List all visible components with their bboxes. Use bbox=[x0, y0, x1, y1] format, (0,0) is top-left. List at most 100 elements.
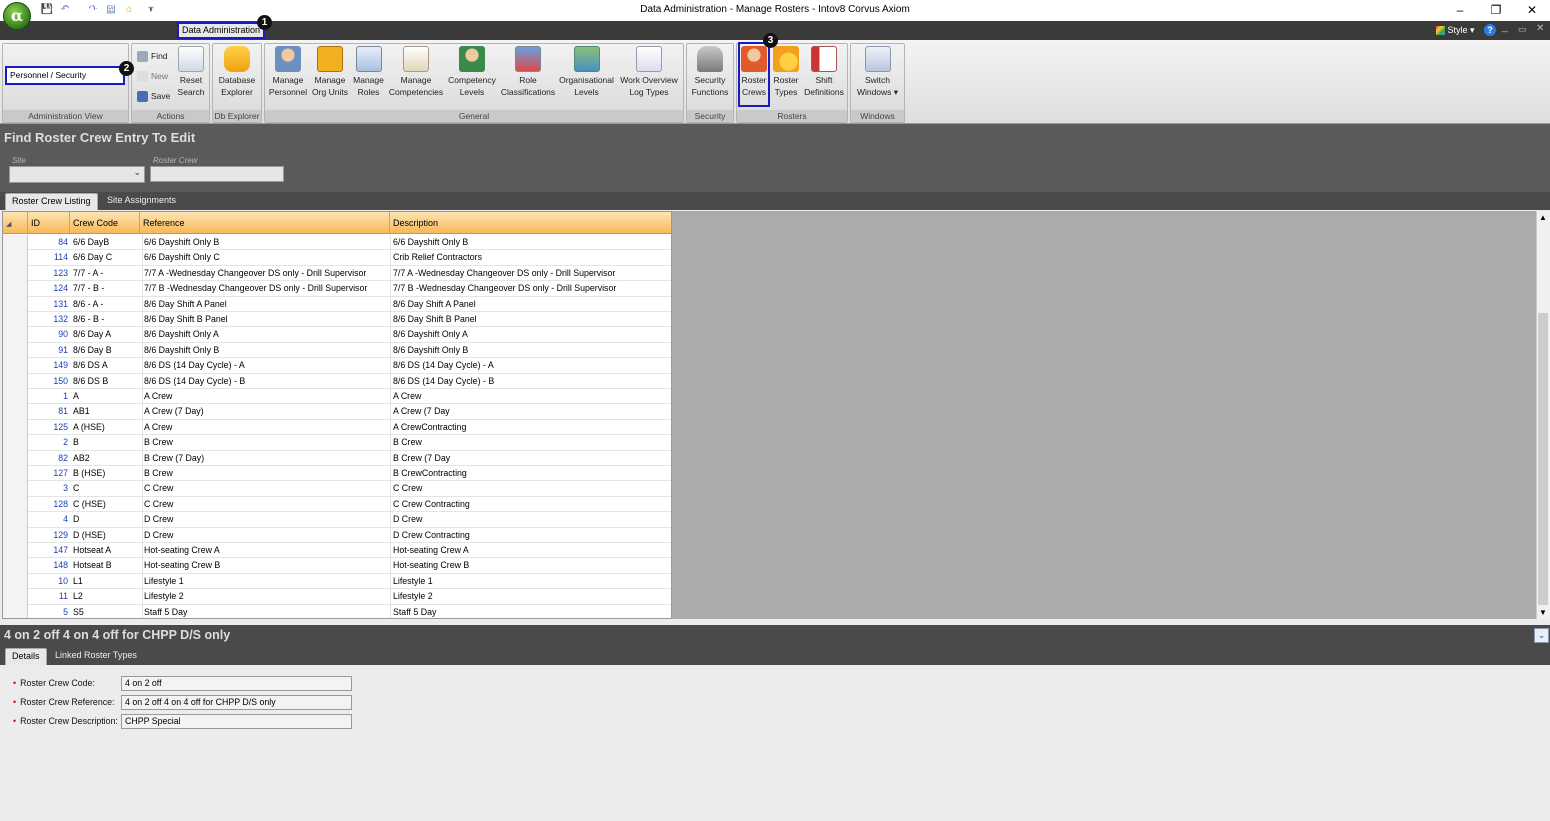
table-row[interactable]: 148 Hotseat B Hot-seating Crew B Hot-seatin… bbox=[3, 558, 671, 574]
row-selector[interactable] bbox=[3, 481, 28, 497]
row-selector[interactable] bbox=[3, 512, 28, 528]
table-row[interactable]: 91 8/6 Day B 8/6 Dayshift Only B 8/6 Dayshi… bbox=[3, 342, 671, 359]
row-selector[interactable] bbox=[3, 496, 28, 513]
row-selector[interactable] bbox=[3, 235, 28, 251]
competency-levels-button[interactable]: Competency Levels bbox=[446, 45, 498, 105]
select-all-header[interactable]: ◢ bbox=[3, 212, 28, 234]
scroll-down-icon[interactable]: ▼ bbox=[1539, 608, 1547, 617]
help-icon[interactable]: ? bbox=[1484, 24, 1496, 36]
table-row[interactable]: 84 6/6 DayB 6/6 Dayshift Only B 6/6 Dayshif… bbox=[3, 235, 671, 251]
database-explorer-button[interactable]: Database Explorer bbox=[214, 45, 260, 105]
column-header-reference[interactable]: Reference bbox=[140, 212, 390, 234]
reset-search-button[interactable]: Reset Search bbox=[174, 45, 208, 105]
table-row[interactable]: 4D D Crew D Crew bbox=[3, 512, 671, 528]
mdi-close-icon[interactable]: ✕ bbox=[1536, 23, 1544, 34]
table-row[interactable]: 149 8/6 DS A 8/6 DS (14 Day Cycle) - A 8/6 … bbox=[3, 358, 671, 374]
tab-details[interactable]: Details bbox=[5, 648, 47, 665]
row-selector[interactable] bbox=[3, 265, 28, 282]
mdi-restore-icon[interactable]: ▭ bbox=[1518, 24, 1527, 35]
security-functions-button[interactable]: Security Functions bbox=[688, 45, 732, 105]
row-selector[interactable] bbox=[3, 543, 28, 559]
restore-button[interactable]: ❐ bbox=[1478, 1, 1514, 19]
tab-site-assignments[interactable]: Site Assignments bbox=[101, 193, 182, 210]
row-selector[interactable] bbox=[3, 327, 28, 343]
save-button[interactable]: Save bbox=[137, 88, 170, 104]
new-button[interactable]: New bbox=[137, 68, 168, 84]
row-selector[interactable] bbox=[3, 312, 28, 328]
table-row[interactable]: 82 AB2 B Crew (7 Day) B Crew (7 Day bbox=[3, 450, 671, 466]
table-row[interactable]: 3C C Crew C Crew bbox=[3, 481, 671, 497]
table-row[interactable]: 114 6/6 Day C 6/6 Dayshift Only C Crib Reli… bbox=[3, 250, 671, 266]
table-row[interactable]: 123 7/7 - A - 7/7 A -Wednesday Changeover … bbox=[3, 265, 671, 282]
roster-crew-input[interactable] bbox=[150, 166, 284, 182]
table-row[interactable]: 150 8/6 DS B 8/6 DS (14 Day Cycle) - B 8/6 … bbox=[3, 373, 671, 389]
row-selector[interactable] bbox=[3, 527, 28, 543]
row-selector[interactable] bbox=[3, 558, 28, 574]
row-selector[interactable] bbox=[3, 389, 28, 405]
table-row[interactable]: 131 8/6 - A - 8/6 Day Shift A Panel 8/6 Day… bbox=[3, 296, 671, 312]
organisational-levels-button[interactable]: Organisational Levels bbox=[558, 45, 615, 105]
row-selector[interactable] bbox=[3, 604, 28, 618]
manage-roles-button[interactable]: Manage Roles bbox=[351, 45, 386, 105]
find-button[interactable]: Find bbox=[137, 48, 168, 64]
row-selector[interactable] bbox=[3, 342, 28, 359]
menu-tab-data-administration[interactable]: Data Administration bbox=[177, 22, 265, 39]
cell-id: 148 bbox=[53, 560, 68, 571]
table-row[interactable]: 5 S5 Staff 5 Day Staff 5 Day bbox=[3, 604, 671, 618]
table-row[interactable]: 125 A (HSE) A Crew A CrewContracting bbox=[3, 419, 671, 436]
shift-definitions-button[interactable]: Shift Definitions bbox=[803, 45, 845, 105]
mdi-minimize-icon[interactable]: _ bbox=[1502, 22, 1508, 33]
table-row[interactable]: 1A A Crew A Crew bbox=[3, 389, 671, 405]
collapse-panel-icon[interactable]: ⌄ bbox=[1534, 628, 1549, 643]
row-selector[interactable] bbox=[3, 404, 28, 420]
row-selector[interactable] bbox=[3, 250, 28, 266]
table-row[interactable]: 11 L2 Lifestyle 2 Lifestyle 2 bbox=[3, 589, 671, 605]
app-menu-orb[interactable]: α bbox=[3, 2, 31, 30]
work-overview-log-types-button[interactable]: Work Overview Log Types bbox=[617, 45, 681, 105]
scroll-up-icon[interactable]: ▲ bbox=[1539, 213, 1547, 222]
row-selector[interactable] bbox=[3, 466, 28, 482]
site-select[interactable]: ⌄ bbox=[9, 166, 145, 183]
switch-windows-button[interactable]: Switch Windows ▾ bbox=[852, 45, 903, 105]
roster-crew-description-field[interactable]: CHPP Special bbox=[121, 714, 352, 729]
table-row[interactable]: 129 D (HSE) D Crew D Crew Contracting bbox=[3, 527, 671, 543]
column-header-crew-code[interactable]: Crew Code bbox=[70, 212, 140, 234]
close-button[interactable]: ✕ bbox=[1514, 1, 1550, 19]
column-header-id[interactable]: ID bbox=[28, 212, 70, 234]
table-row[interactable]: 147 Hotseat A Hot-seating Crew A Hot-seatin… bbox=[3, 543, 671, 559]
table-row[interactable]: 128 C (HSE) C Crew C Crew Contracting bbox=[3, 496, 671, 513]
minimize-button[interactable]: – bbox=[1442, 1, 1478, 19]
column-header-description[interactable]: Description bbox=[390, 212, 671, 234]
row-selector[interactable] bbox=[3, 435, 28, 451]
tab-linked-roster-types[interactable]: Linked Roster Types bbox=[49, 648, 143, 665]
table-row[interactable]: 132 8/6 - B - 8/6 Day Shift B Panel 8/6 Day… bbox=[3, 312, 671, 328]
menu-tab-organiser[interactable]: Organiser bbox=[84, 0, 130, 19]
table-row[interactable]: 90 8/6 Day A 8/6 Dayshift Only A 8/6 Dayshi… bbox=[3, 327, 671, 343]
manage-personnel-button[interactable]: Manage Personnel bbox=[268, 45, 308, 105]
roster-crew-code-field[interactable]: 4 on 2 off bbox=[121, 676, 352, 691]
table-row[interactable]: 124 7/7 - B - 7/7 B -Wednesday Changeover … bbox=[3, 281, 671, 297]
table-row[interactable]: 10 L1 Lifestyle 1 Lifestyle 1 bbox=[3, 573, 671, 590]
menu-tab-view[interactable]: View bbox=[140, 0, 170, 19]
row-selector[interactable] bbox=[3, 589, 28, 605]
administration-view-select[interactable]: Personnel / Security bbox=[5, 66, 125, 85]
row-selector[interactable] bbox=[3, 573, 28, 590]
row-selector[interactable] bbox=[3, 450, 28, 466]
table-row[interactable]: 127 B (HSE) B Crew B CrewContracting bbox=[3, 466, 671, 482]
row-selector[interactable] bbox=[3, 419, 28, 436]
row-selector[interactable] bbox=[3, 281, 28, 297]
style-menu[interactable]: Style ▾ bbox=[1436, 21, 1475, 40]
scrollbar-thumb[interactable] bbox=[1538, 313, 1548, 605]
manage-competencies-button[interactable]: Manage Competencies bbox=[388, 45, 444, 105]
roster-crew-reference-field[interactable]: 4 on 2 off 4 on 4 off for CHPP D/S only bbox=[121, 695, 352, 710]
roster-types-button[interactable]: Roster Types bbox=[771, 45, 801, 105]
row-selector[interactable] bbox=[3, 373, 28, 389]
manage-org-units-button[interactable]: Manage Org Units bbox=[311, 45, 349, 105]
row-selector[interactable] bbox=[3, 358, 28, 374]
row-selector[interactable] bbox=[3, 296, 28, 312]
menu-tab-home[interactable]: Home bbox=[38, 0, 76, 19]
role-classifications-button[interactable]: Role Classifications bbox=[500, 45, 556, 105]
tab-roster-crew-listing[interactable]: Roster Crew Listing bbox=[5, 193, 98, 210]
table-row[interactable]: 81 AB1 A Crew (7 Day) A Crew (7 Day bbox=[3, 404, 671, 420]
table-row[interactable]: 2B B Crew B Crew bbox=[3, 435, 671, 451]
